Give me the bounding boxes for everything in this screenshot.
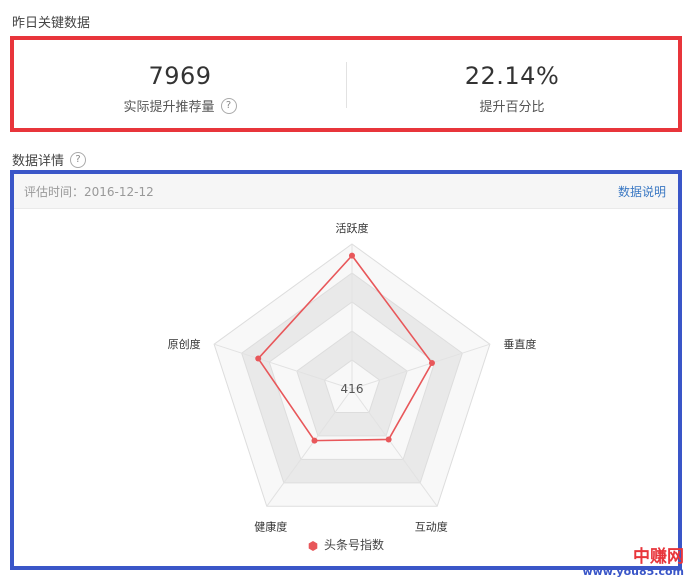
watermark-logo: 中赚网 www.you85.com [582, 546, 684, 579]
legend-swatch-hexagon [308, 540, 318, 551]
stat-value: 7969 [148, 62, 212, 90]
stat-value: 22.14% [464, 62, 560, 90]
data-details-panel: 评估时间：2016-12-12 数据说明 活跃度 垂直度 互动度 健康度 原创度 416 … [10, 170, 682, 570]
help-icon[interactable]: ? [70, 151, 87, 168]
key-data-panel: 7969 实际提升推荐量 ? 22.14% 提升百分比 [10, 36, 682, 132]
yesterday-key-data-title: 昨日关键数据 [12, 16, 91, 31]
stat-increase-percent: 22.14% 提升百分比 [346, 40, 678, 128]
radar-axis-label: 原创度 [168, 337, 201, 351]
chart-legend[interactable]: 头条号指数 [14, 536, 678, 553]
radar-axis-label: 互动度 [415, 519, 448, 533]
radar-data-point [385, 436, 392, 443]
radar-chart: 活跃度垂直度互动度 健康度 原创度 416 [168, 221, 537, 533]
radar-axis-label: 活跃度 [336, 221, 369, 235]
stat-label: 提升百分比 [479, 100, 545, 115]
radar-data-point [255, 355, 262, 362]
watermark-title: 中赚网 [633, 546, 684, 567]
data-details-title: 数据详情 ? [12, 150, 87, 169]
legend-label: 头条号指数 [323, 538, 384, 552]
help-icon[interactable]: ? [220, 97, 237, 114]
radar-data-point [349, 252, 355, 259]
radar-axis-label: 垂直度 [503, 337, 536, 351]
radar-axis-label: 健康度 [254, 519, 287, 533]
stat-label: 实际提升推荐量 [123, 100, 215, 115]
stat-recommend-increase: 7969 实际提升推荐量 ? [14, 40, 346, 128]
watermark-url: www.you85.com [582, 565, 684, 579]
radar-data-point [311, 437, 318, 444]
radar-center-score: 416 [341, 382, 364, 396]
radar-data-point [428, 360, 435, 367]
